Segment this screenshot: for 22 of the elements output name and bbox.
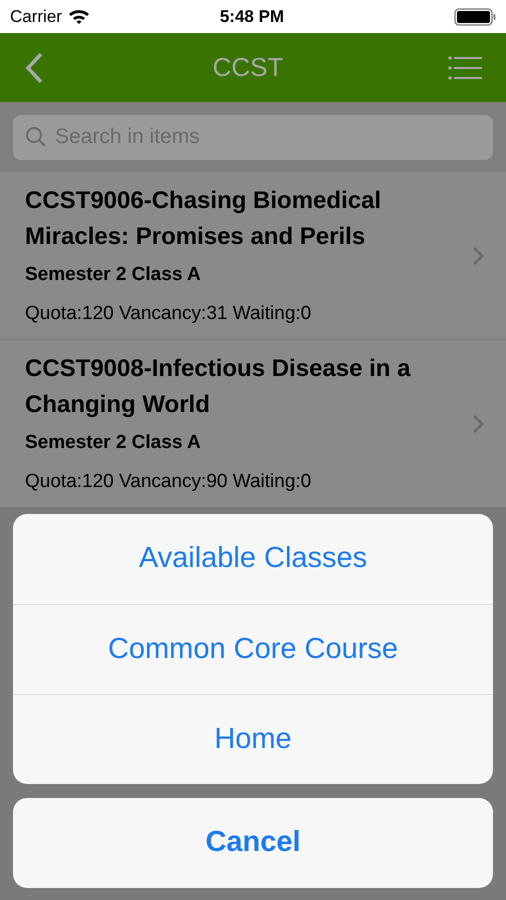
wifi-icon bbox=[68, 8, 90, 24]
list-menu-icon bbox=[448, 56, 482, 80]
class-name: Semester 2 Class A bbox=[25, 263, 202, 287]
action-button[interactable]: Available Classes bbox=[13, 514, 493, 604]
action-button[interactable]: Home bbox=[13, 694, 493, 784]
chevron-right-icon bbox=[472, 246, 484, 266]
action-button[interactable]: Common Core Course bbox=[13, 604, 493, 694]
class-name: Semester 2 Class A bbox=[25, 431, 202, 455]
cancel-button[interactable]: Cancel bbox=[13, 798, 493, 888]
quota-info: Quota:120 Vancancy:31 Waiting:0 bbox=[25, 302, 312, 326]
nav-title: CCST bbox=[212, 51, 284, 84]
course-title: CCST9006-Chasing Biomedical Miracles: Promises and Perils bbox=[25, 186, 382, 252]
battery-icon bbox=[454, 8, 496, 26]
chevron-right-icon bbox=[472, 414, 484, 434]
carrier-label: Carrier bbox=[10, 6, 62, 28]
course-row[interactable]: CCST9008-Infectious Disease in a Changing World Semester 2 Class A Quota:120 Vancancy:90 Waiting:0 bbox=[0, 340, 506, 508]
clock-time: 5:48 PM bbox=[220, 6, 284, 28]
course-title: CCST9008-Infectious Disease in a Changing World bbox=[25, 354, 412, 420]
search-icon bbox=[25, 126, 47, 148]
back-chevron-icon bbox=[24, 52, 44, 84]
quota-info: Quota:120 Vancancy:90 Waiting:0 bbox=[25, 470, 312, 494]
course-row[interactable]: CCST9006-Chasing Biomedical Miracles: Promises and Perils Semester 2 Class A Quota:120 Vancancy:31 Waiting:0 bbox=[0, 172, 506, 340]
